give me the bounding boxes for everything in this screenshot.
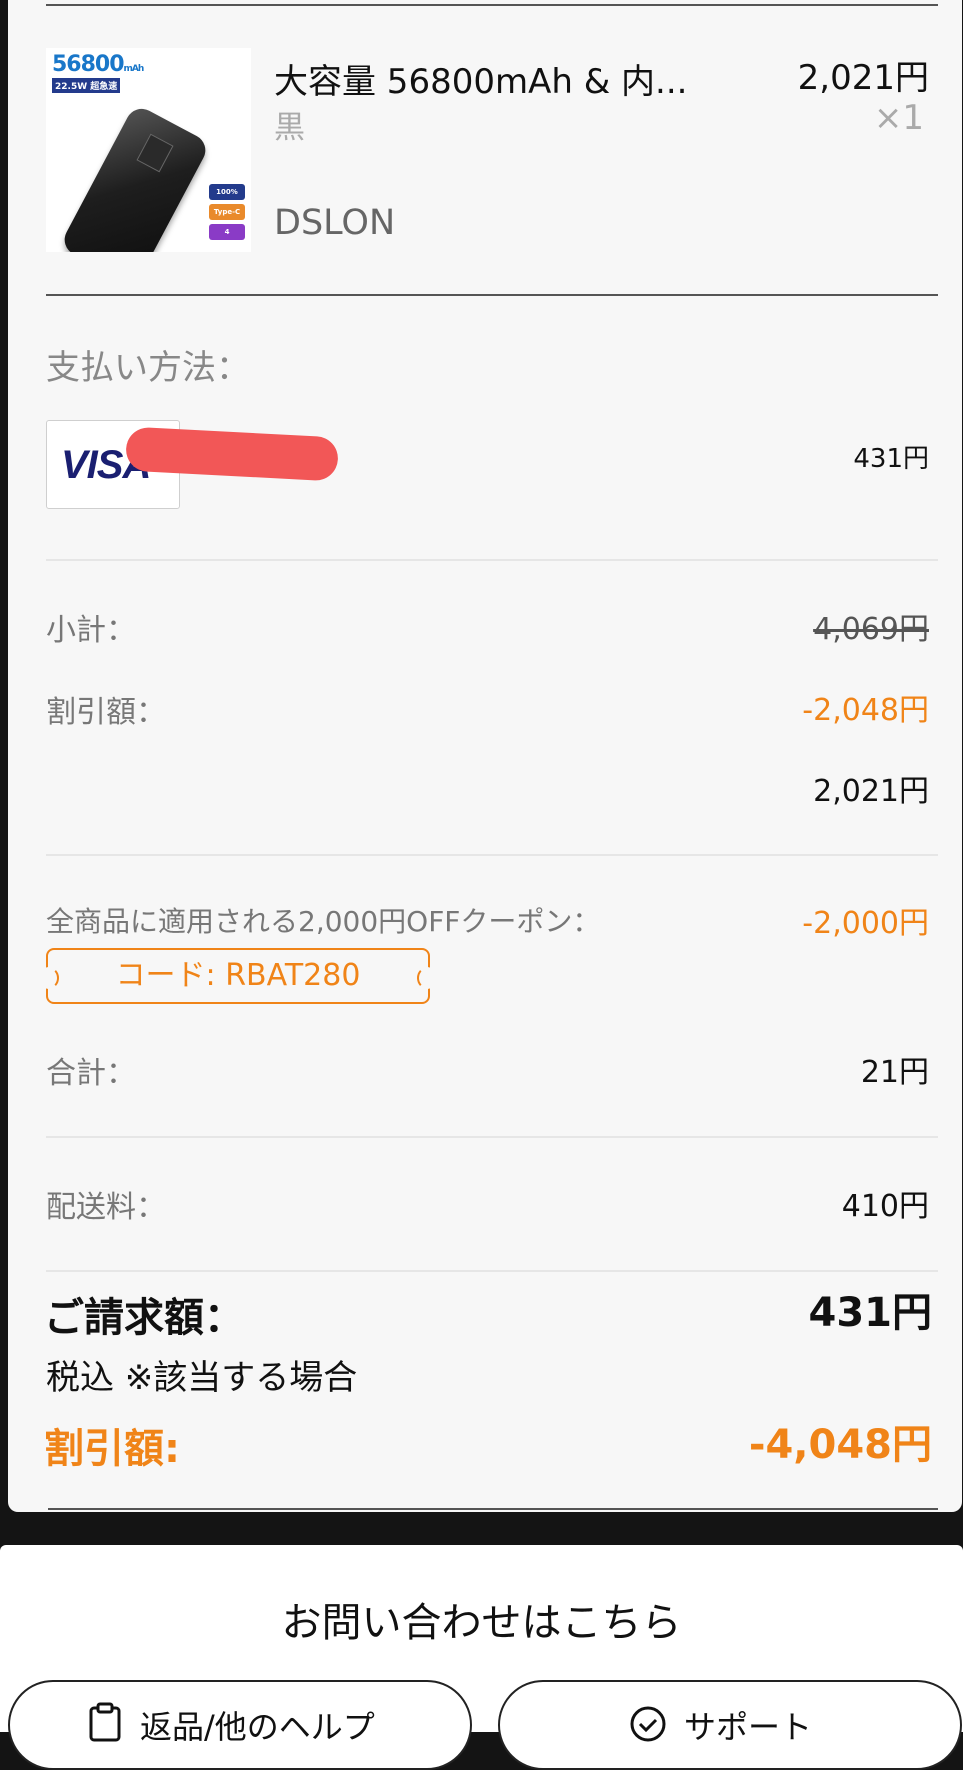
shipping-value: 410円: [841, 1189, 929, 1224]
total-discount-value: -4,048円: [748, 1422, 932, 1468]
product-image-capacity: 56800mAh: [52, 52, 144, 77]
payment-method-label: 支払い方法：: [46, 348, 250, 388]
total-label: 合計：: [46, 1056, 136, 1091]
contact-title: お問い合わせはこちら: [281, 1600, 682, 1646]
divider: [46, 1270, 938, 1272]
product-divider: [46, 294, 938, 296]
divider: [46, 854, 938, 856]
billing-amount-value: 431円: [808, 1290, 933, 1336]
bottom-divider: [48, 1508, 938, 1510]
order-detail-card: 56800mAh 22.5W 超急速 100% Type-C 4 大容量 568…: [8, 0, 962, 1512]
product-title[interactable]: 大容量 56800mAh & 内...: [274, 54, 687, 103]
power-bank-graphic: [59, 103, 211, 252]
product-quantity: ×1: [873, 98, 924, 138]
divider: [46, 1136, 938, 1138]
support-button[interactable]: サポート: [498, 1680, 962, 1770]
tax-note: 税込 ※該当する場合: [46, 1358, 358, 1398]
support-label: サポート: [684, 1708, 813, 1746]
chat-support-icon: [630, 1706, 666, 1742]
subtotal-value: 4,069円: [813, 612, 929, 647]
product-brand: DSLON: [274, 203, 396, 243]
product-badge: 4: [209, 224, 245, 240]
product-image[interactable]: 56800mAh 22.5W 超急速 100% Type-C 4: [46, 48, 251, 252]
product-price: 2,021円: [797, 58, 929, 98]
contact-section: お問い合わせはこちら 返品/他のヘルプ サポート: [0, 1545, 963, 1770]
total-discount-label: 割引額:: [44, 1426, 180, 1472]
discount-value: -2,048円: [802, 693, 929, 728]
product-badge: 100%: [209, 184, 245, 200]
product-badge: Type-C: [209, 204, 245, 220]
coupon-code-ticket[interactable]: コード: RBAT280: [39, 948, 437, 1004]
coupon-label: 全商品に適用される2,000円OFFクーポン：: [46, 905, 601, 938]
discounted-subtotal-value: 2,021円: [813, 774, 929, 809]
coupon-value: -2,000円: [802, 906, 929, 941]
billing-amount-label: ご請求額：: [44, 1295, 244, 1341]
total-value: 21円: [860, 1055, 929, 1090]
top-divider: [46, 4, 938, 6]
product-color: 黒: [274, 110, 305, 146]
subtotal-label: 小計：: [46, 613, 136, 648]
return-help-label: 返品/他のヘルプ: [140, 1708, 375, 1746]
shipping-label: 配送料：: [46, 1190, 166, 1225]
return-help-button[interactable]: 返品/他のヘルプ: [8, 1680, 472, 1770]
divider: [46, 559, 938, 561]
discount-label: 割引額：: [46, 695, 166, 730]
clipboard-icon: [89, 1702, 121, 1742]
product-image-tag: 22.5W 超急速: [52, 78, 121, 93]
payment-amount: 431円: [853, 444, 929, 474]
